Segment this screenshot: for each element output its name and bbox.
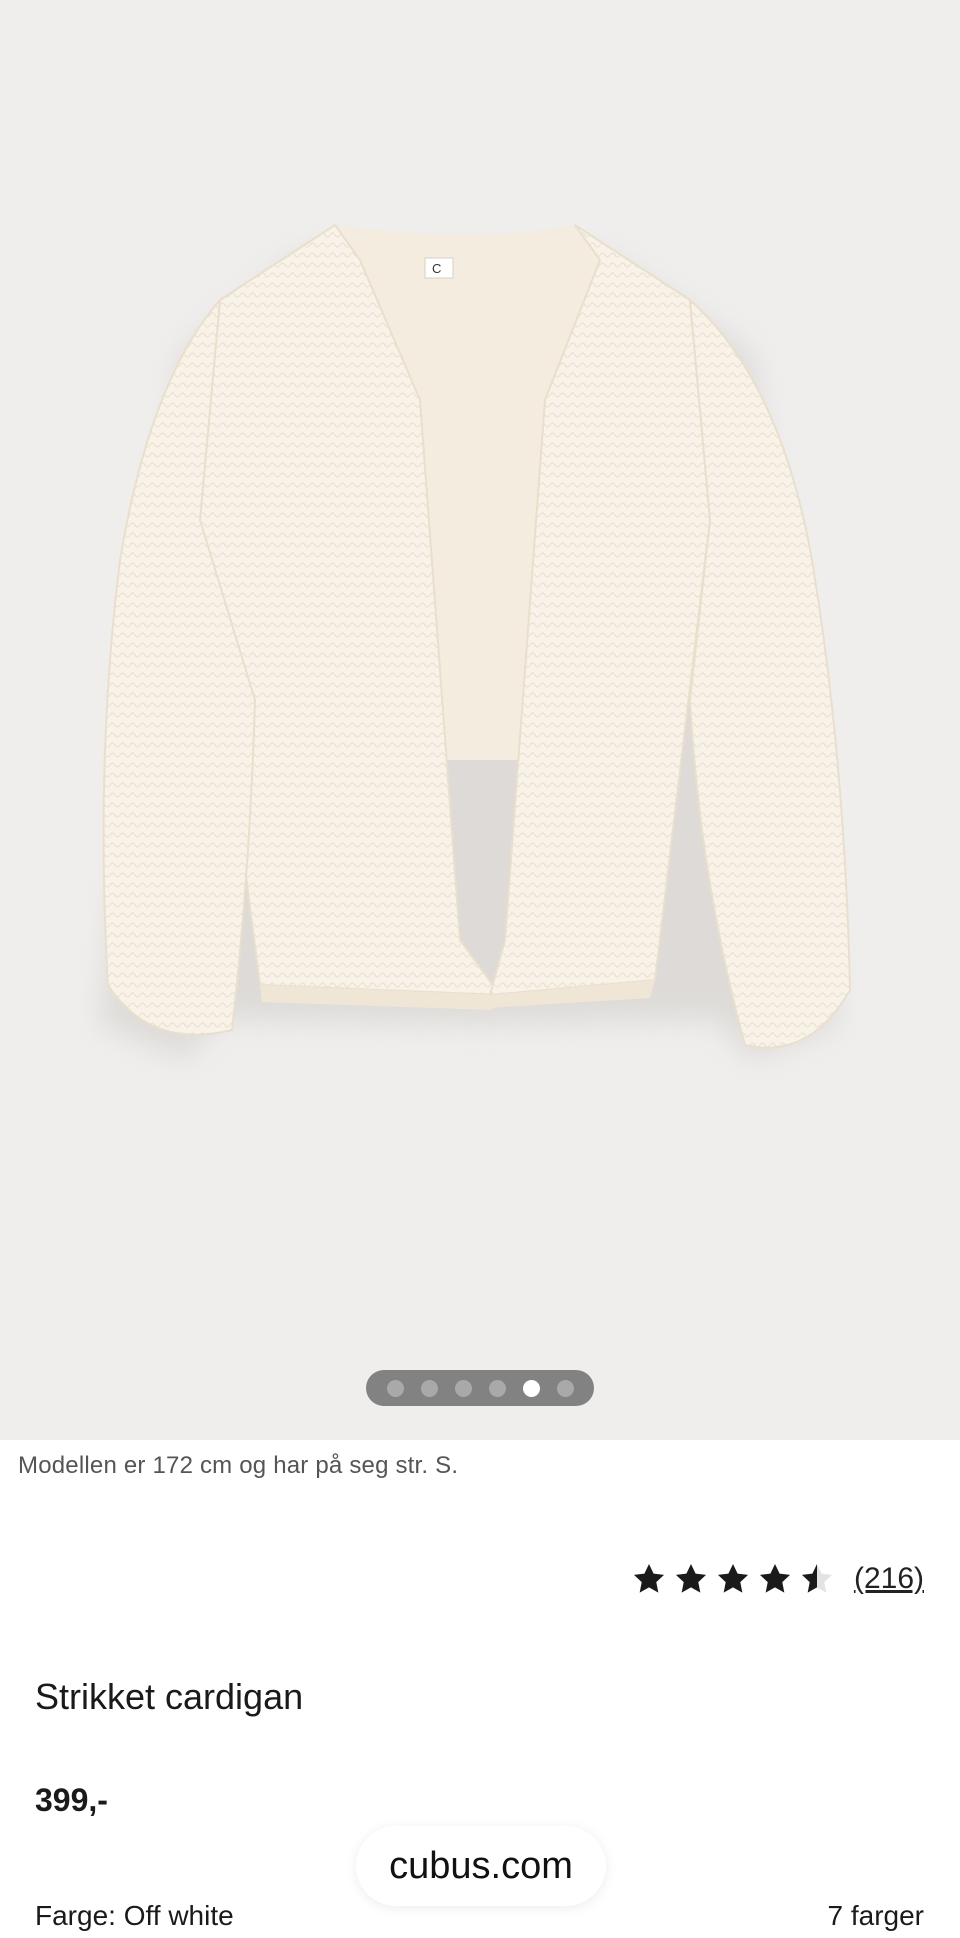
product-title: Strikket cardigan [35,1676,304,1717]
carousel-dot[interactable] [386,1379,404,1397]
label-tag-text: C [432,261,441,276]
star-icon [759,1563,790,1593]
review-count-link[interactable]: (216) [854,1562,924,1596]
carousel-dot[interactable] [488,1379,506,1397]
carousel-dot-active[interactable] [522,1379,540,1397]
carousel-dot[interactable] [556,1379,574,1397]
carousel-indicator[interactable] [366,1370,594,1406]
carousel-dot[interactable] [420,1379,438,1397]
cardigan-image: C [100,223,852,1059]
product-price: 399,- [35,1782,108,1818]
half-star-icon [801,1563,832,1593]
browser-domain-pill[interactable]: cubus.com [356,1826,606,1906]
carousel-dot[interactable] [454,1379,472,1397]
color-count-link[interactable]: 7 farger [828,1900,925,1932]
star-icon [717,1563,748,1593]
model-size-note: Modellen er 172 cm og har på seg str. S. [18,1452,459,1479]
rating-summary[interactable]: (216) [630,1560,924,1598]
color-label: Farge: Off white [35,1900,234,1931]
star-icon [675,1563,706,1593]
star-icon [633,1563,664,1593]
product-image-area[interactable]: C [0,0,960,1440]
